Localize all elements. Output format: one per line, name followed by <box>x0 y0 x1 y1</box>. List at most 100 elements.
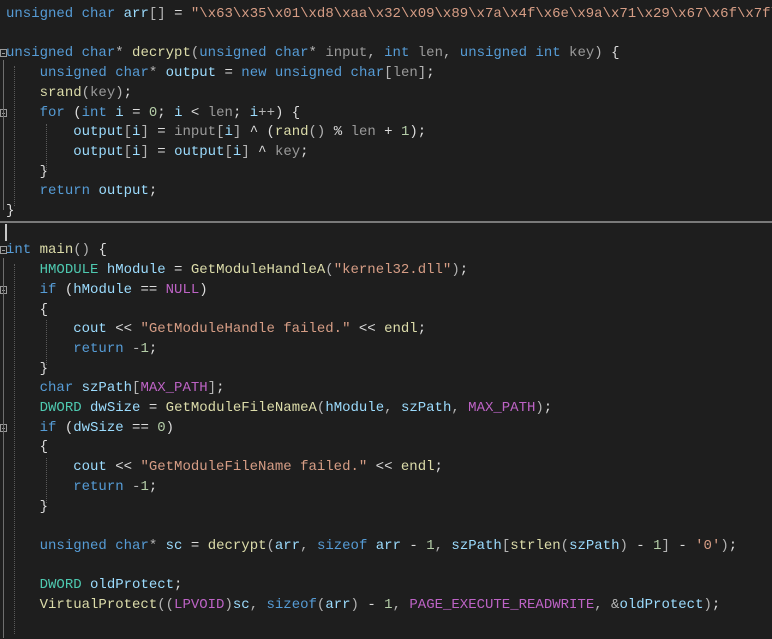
code-text: } <box>6 360 48 380</box>
code-token: , <box>451 400 469 416</box>
code-token: [ <box>224 143 233 160</box>
code-line[interactable]: cout << "GetModuleHandle failed." << end… <box>0 320 772 340</box>
code-text: { <box>6 301 48 321</box>
code-line[interactable]: { <box>0 301 772 321</box>
code-line[interactable]: return -1; <box>0 340 772 360</box>
code-line[interactable]: { <box>0 438 772 458</box>
code-line[interactable]: char szPath[MAX_PATH]; <box>0 379 772 399</box>
code-token: unsigned <box>39 537 107 554</box>
code-line[interactable]: unsigned char* decrypt(unsigned char* in… <box>0 44 772 64</box>
code-line[interactable]: int main() { <box>0 241 772 261</box>
code-line[interactable]: output[i] = output[i] ^ key; <box>0 143 772 163</box>
code-token: ) <box>720 537 729 554</box>
code-line[interactable]: unsigned char* sc = decrypt(arr, sizeof … <box>0 537 772 557</box>
code-token: MAX_PATH <box>140 380 208 397</box>
code-token: = <box>140 400 166 416</box>
code-token: ; <box>216 380 225 397</box>
code-token: char <box>81 45 116 62</box>
code-line[interactable]: return -1; <box>0 478 772 498</box>
code-token: ; <box>434 459 443 476</box>
code-token: sc <box>165 537 183 554</box>
code-token: { <box>6 439 49 456</box>
code-token: len <box>350 124 376 141</box>
code-token: unsigned <box>274 65 343 82</box>
code-token: = <box>165 262 191 279</box>
code-token: ; <box>300 143 309 160</box>
code-line[interactable]: } <box>0 360 772 380</box>
fold-range-line <box>3 60 4 210</box>
code-line[interactable]: VirtualProtect((LPVOID)sc, sizeof(arr) -… <box>0 596 772 616</box>
code-token: ; <box>148 183 158 200</box>
code-token: ) <box>224 597 233 613</box>
code-token: unsigned <box>39 65 107 82</box>
code-token: szPath <box>400 400 452 416</box>
code-line[interactable]: output[i] = input[i] ^ (rand() % len + 1… <box>0 123 772 143</box>
code-line[interactable]: DWORD oldProtect; <box>0 576 772 596</box>
code-line[interactable]: } <box>0 163 772 183</box>
code-token: char <box>39 380 74 397</box>
code-token: 1 <box>653 537 662 554</box>
code-line[interactable]: cout << "GetModuleFileName failed." << e… <box>0 458 772 478</box>
code-token: ) <box>451 262 460 279</box>
code-token: return <box>39 183 91 200</box>
code-token: arr <box>274 537 301 554</box>
code-line[interactable]: DWORD dwSize = GetModuleFileNameA(hModul… <box>0 399 772 419</box>
code-token: << <box>106 459 141 476</box>
code-line[interactable] <box>0 25 772 45</box>
code-token: - <box>400 537 427 554</box>
code-token: ( <box>56 419 74 436</box>
code-token: dwSize <box>73 419 124 436</box>
code-line[interactable]: if (dwSize == 0) <box>0 419 772 439</box>
code-token: ( <box>56 281 74 298</box>
code-token: << <box>367 459 401 476</box>
code-line[interactable]: HMODULE hModule = GetModuleHandleA("kern… <box>0 261 772 281</box>
code-token: , <box>392 597 410 613</box>
code-text: unsigned char* output = new unsigned cha… <box>6 64 435 84</box>
code-token: ( <box>81 84 91 101</box>
code-token: == <box>132 281 166 298</box>
code-line[interactable] <box>0 557 772 577</box>
code-line[interactable]: } <box>0 202 772 222</box>
code-line[interactable]: srand(key); <box>0 84 772 104</box>
code-token: arr <box>325 597 351 613</box>
code-text: unsigned char* decrypt(unsigned char* in… <box>6 44 619 64</box>
code-token: ; <box>157 104 175 121</box>
code-line[interactable] <box>0 517 772 537</box>
code-token: char <box>115 537 149 554</box>
code-token: unsigned <box>6 6 74 22</box>
code-token: hModule <box>73 281 133 298</box>
code-line[interactable]: unsigned char arr[] = "\x63\x35\x01\xd8\… <box>0 5 772 25</box>
code-line[interactable]: if (hModule == NULL) <box>0 281 772 301</box>
code-token: szPath <box>81 380 133 397</box>
code-token: ++ <box>258 104 275 121</box>
code-token: unsigned <box>6 45 74 62</box>
code-editor[interactable]: unsigned char arr[] = "\x63\x35\x01\xd8\… <box>0 0 772 639</box>
code-line[interactable]: unsigned char* output = new unsigned cha… <box>0 64 772 84</box>
code-token: ] <box>417 65 427 82</box>
code-text: output[i] = input[i] ^ (rand() % len + 1… <box>6 123 426 143</box>
code-token: [] <box>148 6 166 22</box>
code-token: key <box>90 84 116 101</box>
code-token: ; <box>426 65 435 82</box>
code-line[interactable]: } <box>0 498 772 518</box>
code-token: ) <box>594 45 603 62</box>
code-line[interactable] <box>0 222 772 242</box>
code-text: if (hModule == NULL) <box>6 281 208 301</box>
code-text: if (dwSize == 0) <box>6 419 174 439</box>
code-token: int <box>81 104 107 121</box>
code-token: ) <box>703 597 712 613</box>
code-line[interactable]: return output; <box>0 182 772 202</box>
code-line[interactable]: for (int i = 0; i < len; i++) { <box>0 104 772 124</box>
code-token: hModule <box>325 400 385 416</box>
code-token: ^ ( <box>241 124 275 141</box>
